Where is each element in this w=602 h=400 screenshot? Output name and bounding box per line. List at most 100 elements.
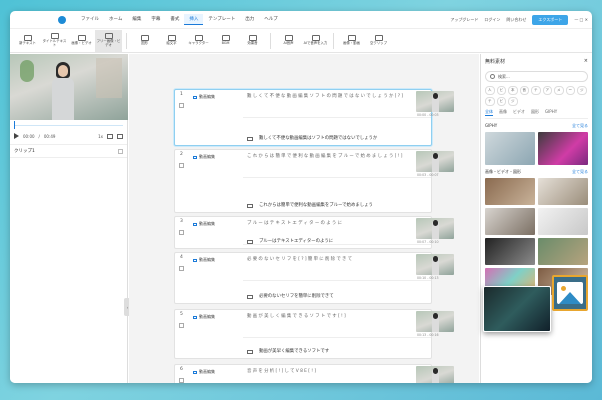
row-tag[interactable]: 動画編集 xyxy=(193,369,215,375)
script-row[interactable]: 2 動画編集 これからは簡単で便利な動画編集をブルーで始めましょう[!] これからは簡… xyxy=(174,149,432,213)
aspect-ratio-icon[interactable] xyxy=(117,133,123,139)
menu-template[interactable]: テンプレート xyxy=(203,14,240,25)
media-see-all-link[interactable]: 全て見る xyxy=(572,169,588,175)
subtitle-text[interactable]: 難しくて不便な動画編集ソフトの問題ではないでしょうか[?] xyxy=(243,90,431,118)
clip-thumbnail[interactable] xyxy=(416,311,454,332)
upgrade-button[interactable]: アップグレード xyxy=(450,17,478,23)
giphy-see-all-link[interactable]: 全て見る xyxy=(572,123,588,129)
row-checkbox[interactable] xyxy=(179,163,184,168)
row-tag[interactable]: 動画編集 xyxy=(193,314,215,320)
tool-emoji[interactable]: 絵文字 xyxy=(158,30,185,52)
keyword-chip[interactable]: ア xyxy=(542,86,552,95)
clip-settings-icon[interactable] xyxy=(118,148,123,154)
script-text[interactable]: 必要のないセリフを簡単に削除できて xyxy=(243,290,431,303)
script-text[interactable]: 動画が美早く編集できるソフトです xyxy=(243,345,431,358)
menu-home[interactable]: ホーム xyxy=(104,14,127,25)
gif-thumbnail[interactable] xyxy=(538,132,588,165)
menu-edit[interactable]: 編集 xyxy=(127,14,146,25)
media-tab[interactable]: 図形 xyxy=(531,109,539,116)
keyword-chip[interactable]: テ xyxy=(531,86,541,95)
script-row[interactable]: 4 動画編集 必要のないセリフを[?]簡単に削除できて 必要のないセリフを簡単に削除で… xyxy=(174,252,432,304)
close-icon[interactable]: × xyxy=(584,58,588,65)
row-tag[interactable]: 動画編集 xyxy=(193,94,215,100)
fullscreen-icon[interactable] xyxy=(107,133,113,139)
subtitle-text[interactable]: 音声を分析[!]してV8E[!] xyxy=(243,365,431,383)
window-controls[interactable]: — □ ✕ xyxy=(574,17,588,22)
script-text[interactable]: 難しくて不便な動画編集はソフトの問題ではないでしょうか xyxy=(243,132,431,145)
media-tab[interactable]: 全体 xyxy=(485,109,493,116)
login-button[interactable]: ログイン xyxy=(484,17,500,23)
clip-thumbnail[interactable] xyxy=(416,366,454,383)
image-thumbnail[interactable] xyxy=(538,238,588,265)
subtitle-text[interactable]: 必要のないセリフを[?]簡単に削除できて xyxy=(243,253,431,281)
script-row[interactable]: 5 動画編集 動画が美しく編集できるソフトです[!] 動画が美早く編集できるソフトです xyxy=(174,309,432,359)
subtitle-text[interactable]: 動画が美しく編集できるソフトです[!] xyxy=(243,310,431,338)
keyword-chip[interactable]: ジ xyxy=(577,86,587,95)
row-checkbox[interactable] xyxy=(179,230,184,235)
tool-sound-effect[interactable]: 効果音 xyxy=(239,30,266,52)
tool-ai-voice[interactable]: AI音声 xyxy=(275,30,302,52)
script-text[interactable]: ブルーはテキストエディターのように xyxy=(243,235,431,248)
keyword-chip[interactable]: ー xyxy=(565,86,575,95)
gif-thumbnail[interactable] xyxy=(485,132,535,165)
tool-media[interactable]: 画像・動画 xyxy=(338,30,365,52)
keyword-chip[interactable]: ビ xyxy=(496,97,506,106)
row-checkbox[interactable] xyxy=(179,103,184,108)
tool-free-media[interactable]: フリー画像・ビデオ xyxy=(95,29,122,52)
menu-file[interactable]: ファイル xyxy=(76,14,104,25)
menu-insert[interactable]: 挿入 xyxy=(184,14,204,25)
tool-empty-clip[interactable]: 空クリップ xyxy=(365,30,392,52)
media-tab[interactable]: ビデオ xyxy=(513,109,525,116)
tool-bgm[interactable]: BGM xyxy=(212,30,239,52)
keyword-chip[interactable]: ビ xyxy=(496,86,506,95)
tool-image-video[interactable]: 画像・ビデオ xyxy=(68,30,95,52)
tool-new-text[interactable]: 新テキスト xyxy=(14,30,41,52)
menu-help[interactable]: ヘルプ xyxy=(259,14,283,25)
script-text[interactable]: これからは簡単で便利な動画編集をブルーで始めましょう xyxy=(243,199,431,212)
media-tab[interactable]: 画像 xyxy=(499,109,507,116)
seek-handle[interactable] xyxy=(14,121,15,129)
script-row[interactable]: 1 動画編集 難しくて不便な動画編集ソフトの問題ではないでしょうか[?] 難しくて不便… xyxy=(174,89,432,146)
clip-thumbnail[interactable] xyxy=(416,91,454,112)
tool-ai-voice-input[interactable]: AIで音声を入力 xyxy=(302,30,329,52)
keyword-chip[interactable]: メ xyxy=(554,86,564,95)
media-tab[interactable]: GIPHY xyxy=(545,109,557,116)
play-icon[interactable] xyxy=(14,133,19,139)
image-thumbnail[interactable] xyxy=(485,238,535,265)
search-input[interactable]: 検索... xyxy=(485,71,588,82)
tool-character[interactable]: キャラクター xyxy=(185,30,212,52)
subtitle-text[interactable]: これからは簡単で便利な動画編集をブルーで始めましょう[!] xyxy=(243,150,431,178)
keyword-chip[interactable]: 人 xyxy=(485,86,495,95)
clip-thumbnail[interactable] xyxy=(416,151,454,172)
keyword-chip[interactable]: 音 xyxy=(519,86,529,95)
tool-title-text[interactable]: タイトルテキスト xyxy=(41,30,68,52)
row-checkbox[interactable] xyxy=(179,266,184,271)
row-tag[interactable]: 動画編集 xyxy=(193,257,215,263)
image-thumbnail[interactable] xyxy=(485,178,535,205)
clip-thumbnail[interactable] xyxy=(416,254,454,275)
dragged-video-thumbnail[interactable] xyxy=(483,286,551,332)
video-preview[interactable] xyxy=(10,54,128,120)
script-row[interactable]: 3 動画編集 ブルーはテキストエディターのように ブルーはテキストエディターのように xyxy=(174,216,432,249)
row-tag[interactable]: 動画編集 xyxy=(193,221,215,227)
speed-button[interactable]: 1x xyxy=(98,134,103,139)
image-thumbnail[interactable] xyxy=(538,208,588,235)
row-checkbox[interactable] xyxy=(179,323,184,328)
keyword-chip[interactable]: テ xyxy=(485,97,495,106)
tool-shape[interactable]: 図形 xyxy=(131,30,158,52)
export-button[interactable]: エクスポート xyxy=(532,14,569,25)
image-thumbnail[interactable] xyxy=(538,178,588,205)
row-checkbox[interactable] xyxy=(179,378,184,383)
dragged-image-icon[interactable] xyxy=(552,275,588,311)
clip-thumbnail[interactable] xyxy=(416,218,454,239)
menu-output[interactable]: 出力 xyxy=(240,14,259,25)
image-thumbnail[interactable] xyxy=(485,208,535,235)
menu-format[interactable]: 書式 xyxy=(165,14,184,25)
keyword-chip[interactable]: ジ xyxy=(508,97,518,106)
script-row[interactable]: 6動画編集音声を分析[!]してV8E[!]音声を分析しています xyxy=(174,364,432,383)
contact-button[interactable]: 問い合わせ xyxy=(506,17,526,23)
keyword-chip[interactable]: 本 xyxy=(508,86,518,95)
row-tag[interactable]: 動画編集 xyxy=(193,154,215,160)
menu-subtitle[interactable]: 字幕 xyxy=(146,14,165,25)
seek-bar[interactable] xyxy=(10,120,127,130)
